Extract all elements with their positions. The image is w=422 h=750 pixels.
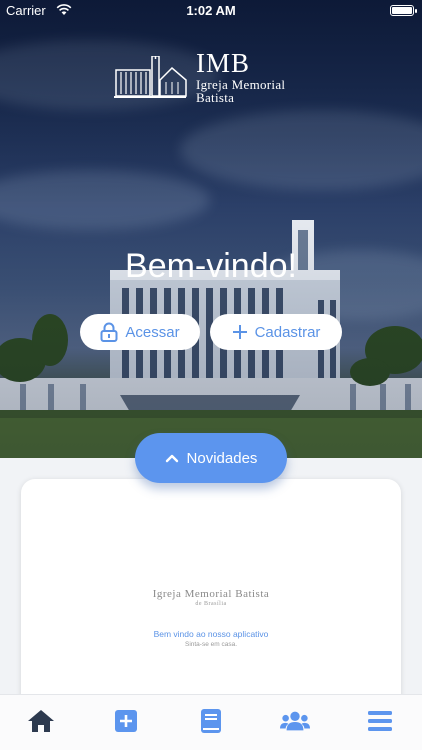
- lock-icon: [100, 322, 118, 342]
- welcome-card: Igreja Memorial Batista de Brasília Bem …: [21, 479, 401, 709]
- plus-icon: [232, 325, 247, 339]
- plus-square-icon: [115, 710, 137, 732]
- card-brand-location: de Brasília: [195, 601, 227, 607]
- news-toggle-label: Novidades: [186, 449, 258, 467]
- news-toggle-button[interactable]: Novidades: [135, 433, 287, 483]
- login-button-label: Acessar: [125, 323, 180, 341]
- card-brand-name: Igreja Memorial Batista: [152, 588, 270, 600]
- chevron-up-icon: [165, 454, 178, 463]
- card-tagline: Sinta-se em casa.: [184, 641, 238, 648]
- home-icon: [28, 710, 54, 732]
- church-logo-icon: [114, 56, 187, 98]
- signup-button-label: Cadastrar: [254, 323, 321, 341]
- clock-time: 1:02 AM: [186, 3, 236, 18]
- status-bar: Carrier 1:02 AM: [0, 0, 422, 22]
- book-icon: [201, 709, 221, 733]
- tab-bible[interactable]: [196, 707, 226, 735]
- logo-title: IMB: [196, 48, 251, 78]
- menu-icon: [368, 711, 392, 731]
- people-icon: [280, 711, 310, 731]
- card-welcome-message: Bem vindo ao nosso aplicativo: [153, 629, 269, 639]
- tab-home[interactable]: [26, 707, 56, 735]
- welcome-heading: Bem-vindo!: [125, 247, 297, 285]
- tab-bar: [0, 694, 422, 750]
- tab-menu[interactable]: [365, 707, 395, 735]
- login-button[interactable]: Acessar: [80, 314, 200, 350]
- signup-button[interactable]: Cadastrar: [210, 314, 342, 350]
- tab-add[interactable]: [111, 707, 141, 735]
- church-logo: IMB Igreja Memorial Batista: [112, 48, 312, 105]
- logo-subtitle-line2: Batista: [196, 90, 235, 105]
- tab-groups[interactable]: [280, 707, 310, 735]
- battery-icon: [390, 5, 417, 16]
